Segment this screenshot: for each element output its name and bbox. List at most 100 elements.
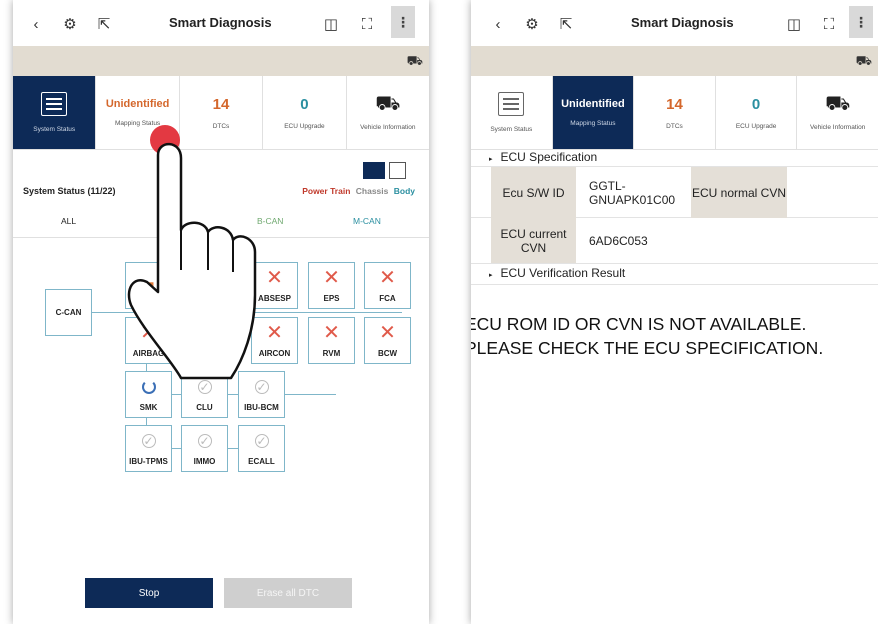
tab-label: ECU Upgrade — [284, 122, 325, 130]
message-line: PLEASE CHECK THE ECU SPECIFICATION. — [471, 338, 824, 358]
ecu-error-icon: ✕ — [266, 267, 283, 289]
filter-group: Power Train Chassis Body — [302, 186, 415, 196]
ecu-error-icon: ✕ — [379, 322, 396, 344]
system-status-icon — [498, 92, 525, 116]
tab-label: Vehicle Information — [810, 124, 866, 131]
dtc-count: 14 — [212, 95, 230, 113]
tab-label: Mapping Status — [570, 120, 616, 127]
section-title: ECU Specification — [500, 150, 598, 164]
vehicle-info-icon: ⛟ — [375, 93, 401, 115]
tab-all[interactable]: ALL — [61, 216, 76, 226]
status-tabs: System Status Unidentified Mapping Statu… — [471, 76, 878, 150]
tab-ecu-upgrade[interactable]: 0 ECU Upgrade — [263, 76, 347, 149]
ecu-label: BCW — [377, 349, 398, 358]
tab-label: ECU Upgrade — [735, 122, 777, 130]
ecu-pending-icon: ✓ — [197, 434, 212, 448]
ecu-error-icon: ✕ — [323, 322, 340, 344]
back-icon[interactable]: ‹ — [487, 13, 509, 35]
tab-ecu-upgrade[interactable]: 0 ECU Upgrade — [716, 76, 798, 149]
can-root-label: C-CAN — [55, 308, 82, 317]
tab-vehicle-information[interactable]: ⛟ Vehicle Information — [347, 76, 429, 149]
sub-bar: ⛟ — [13, 46, 429, 76]
ecu-node[interactable]: ✓ IBU-TPMS — [125, 425, 172, 472]
stop-button[interactable]: Stop — [85, 578, 213, 608]
system-status-icon — [41, 92, 68, 116]
sw-id-value: GGTL-GNUAPK01C00 — [589, 178, 676, 207]
ecu-node[interactable]: ✕ FCA — [364, 262, 411, 309]
vci-icon[interactable]: ◫ — [783, 13, 805, 35]
export-icon[interactable]: ⇱ — [555, 13, 577, 35]
ecu-label: IMMO — [193, 457, 216, 466]
right-screen: ‹ ⚙ ⇱ Smart Diagnosis ◫ ⛶ ⋮ ⛟ System Sta… — [471, 0, 878, 624]
tab-system-status[interactable]: System Status — [13, 76, 97, 149]
tab-system-status[interactable]: System Status — [471, 76, 553, 149]
ecu-label: ECALL — [248, 457, 275, 466]
mapping-value: Unidentified — [105, 98, 170, 110]
more-icon[interactable]: ⋮ — [849, 6, 873, 38]
ecu-label: EPS — [323, 294, 340, 303]
sub-bar: ⛟ — [471, 46, 878, 76]
upgrade-count: 0 — [300, 95, 309, 113]
car-icon[interactable]: ⛟ — [856, 53, 872, 71]
tab-label: DTCs — [666, 122, 683, 130]
verification-message: ECU ROM ID OR CVN IS NOT AVAILABLE. PLEA… — [471, 312, 823, 360]
divider — [471, 284, 878, 285]
ecu-node[interactable]: ✕ BCW — [364, 317, 411, 364]
back-icon[interactable]: ‹ — [25, 13, 47, 35]
ecu-label: AIRCON — [258, 349, 291, 358]
more-icon[interactable]: ⋮ — [391, 6, 415, 38]
ecu-node[interactable]: ✓ ECALL — [238, 425, 285, 472]
system-status-count: System Status (11/22) — [23, 186, 116, 196]
bullet-icon: ▸ — [489, 272, 493, 279]
ecu-pending-icon: ✓ — [254, 434, 269, 448]
ecu-error-icon: ✕ — [323, 267, 340, 289]
left-screen: ‹ ⚙ ⇱ Smart Diagnosis ◫ ⛶ ⋮ ⛟ System Sta… — [13, 0, 429, 624]
ecu-label: FCA — [379, 294, 396, 303]
tab-mapping-status[interactable]: Unidentified Mapping Status — [552, 76, 635, 149]
car-icon[interactable]: ⛟ — [407, 53, 423, 71]
screenshot-icon[interactable]: ⛶ — [818, 13, 840, 35]
spec-row: Ecu S/W ID GGTL-GNUAPK01C00 ECU normal C… — [471, 166, 878, 218]
ecu-error-icon: ✕ — [379, 267, 396, 289]
hand-gesture-icon — [127, 125, 257, 380]
export-icon[interactable]: ⇱ — [93, 13, 115, 35]
mapping-value: Unidentified — [561, 98, 625, 110]
filter-chassis[interactable]: Chassis — [356, 186, 389, 196]
ecu-node[interactable]: ✓ IMMO — [181, 425, 228, 472]
list-view-icon[interactable] — [389, 162, 406, 179]
tab-vehicle-information[interactable]: ⛟ Vehicle Information — [797, 76, 878, 149]
top-bar: ‹ ⚙ ⇱ Smart Diagnosis ◫ ⛶ ⋮ — [13, 0, 429, 46]
vehicle-info-icon: ⛟ — [825, 93, 851, 115]
ecu-verification-header[interactable]: ▸ ECU Verification Result — [489, 266, 625, 280]
dtc-count: 14 — [666, 95, 683, 113]
tab-label: System Status — [33, 126, 76, 133]
tab-dtcs[interactable]: 14 DTCs — [634, 76, 716, 149]
ecu-label: IBU-TPMS — [129, 457, 168, 466]
filter-power-train[interactable]: Power Train — [302, 186, 350, 196]
vci-icon[interactable]: ◫ — [320, 13, 342, 35]
ecu-error-icon: ✕ — [266, 322, 283, 344]
current-cvn-value: 6AD6C053 — [589, 233, 648, 248]
page-title: Smart Diagnosis — [631, 15, 734, 30]
top-bar: ‹ ⚙ ⇱ Smart Diagnosis ◫ ⛶ ⋮ — [471, 0, 878, 46]
ecu-label: RVM — [322, 349, 341, 358]
section-title: ECU Verification Result — [500, 266, 626, 280]
screenshot-icon[interactable]: ⛶ — [356, 13, 378, 35]
normal-cvn-label: ECU normal CVN — [691, 167, 787, 218]
can-root-node[interactable]: C-CAN — [45, 289, 92, 336]
erase-all-dtc-button[interactable]: Erase all DTC — [224, 578, 352, 608]
spec-row: ECU current CVN 6AD6C053 — [471, 218, 878, 264]
tab-label: System Status — [490, 126, 533, 133]
scan-icon[interactable]: ⚙ — [59, 13, 81, 35]
tab-m-can[interactable]: M-CAN — [353, 216, 381, 226]
sw-id-label: Ecu S/W ID — [491, 167, 576, 218]
grid-view-icon[interactable] — [363, 162, 385, 179]
upgrade-count: 0 — [751, 95, 761, 113]
current-cvn-label: ECU current CVN — [491, 218, 576, 263]
ecu-node[interactable]: ✕ RVM — [308, 317, 355, 364]
scan-icon[interactable]: ⚙ — [521, 13, 543, 35]
ecu-spec-header[interactable]: ▸ ECU Specification — [489, 150, 597, 164]
ecu-pending-icon: ✓ — [141, 434, 156, 448]
filter-body[interactable]: Body — [394, 186, 415, 196]
ecu-node[interactable]: ✕ EPS — [308, 262, 355, 309]
